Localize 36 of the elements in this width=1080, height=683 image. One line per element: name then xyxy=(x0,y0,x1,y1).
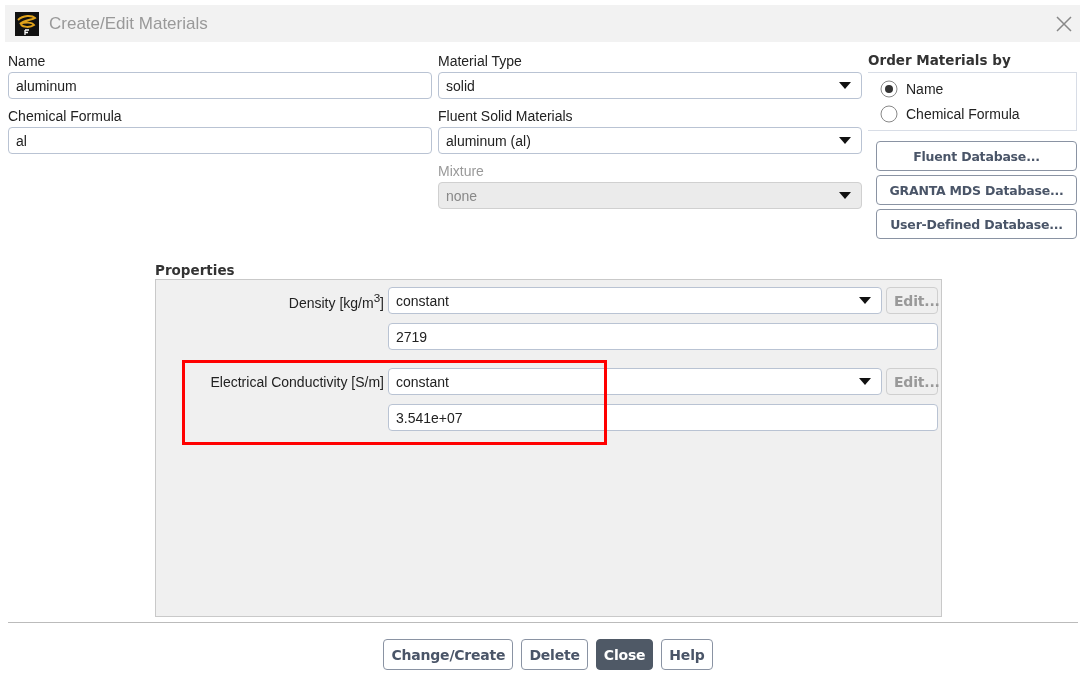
dropdown[interactable]: constant xyxy=(388,368,882,395)
dropdown[interactable]: constant xyxy=(388,287,882,314)
caret-icon xyxy=(839,137,851,144)
window-title: Create/Edit Materials xyxy=(49,13,208,34)
field-label: Fluent Solid Materials xyxy=(438,107,574,125)
close-icon[interactable] xyxy=(1056,15,1072,32)
radio-button[interactable] xyxy=(880,105,898,123)
database-button[interactable]: GRANTA MDS Database... xyxy=(876,175,1077,205)
dropdown[interactable]: aluminum (al) xyxy=(438,127,862,154)
radio-label[interactable]: Name xyxy=(906,81,944,97)
field-label: Chemical Formula xyxy=(8,107,123,125)
caret-icon xyxy=(839,192,851,199)
property-label: Density [kg/m$^{3}$] xyxy=(288,290,384,311)
caret-icon xyxy=(839,82,851,89)
group-title: Order Materials by xyxy=(868,52,1012,70)
text-field[interactable]: 2719 xyxy=(388,323,938,350)
field-label: Material Type xyxy=(438,52,523,70)
database-button[interactable]: User-Defined Database... xyxy=(876,209,1077,239)
text-field[interactable]: 3.541e+07 xyxy=(388,404,938,431)
radio-label[interactable]: Chemical Formula xyxy=(906,106,1020,122)
property-label: Electrical Conductivity [S/m] xyxy=(210,373,384,390)
dialog-button[interactable]: Change/Create xyxy=(383,639,514,670)
field-label: Mixture xyxy=(438,162,485,180)
field-label: Name xyxy=(8,52,47,70)
text-field[interactable]: aluminum xyxy=(8,72,432,99)
radio-button[interactable] xyxy=(880,80,898,98)
dialog-button[interactable]: Delete xyxy=(521,639,588,670)
caret-icon xyxy=(859,378,871,385)
dialog-button[interactable]: Help xyxy=(661,639,713,670)
text-field[interactable]: al xyxy=(8,127,432,154)
dropdown[interactable]: solid xyxy=(438,72,862,99)
section-title: Properties xyxy=(155,262,236,278)
dialog-button[interactable]: Close xyxy=(595,639,654,670)
caret-icon xyxy=(859,297,871,304)
app-logo-icon xyxy=(15,11,39,36)
database-button[interactable]: Fluent Database... xyxy=(876,141,1077,171)
